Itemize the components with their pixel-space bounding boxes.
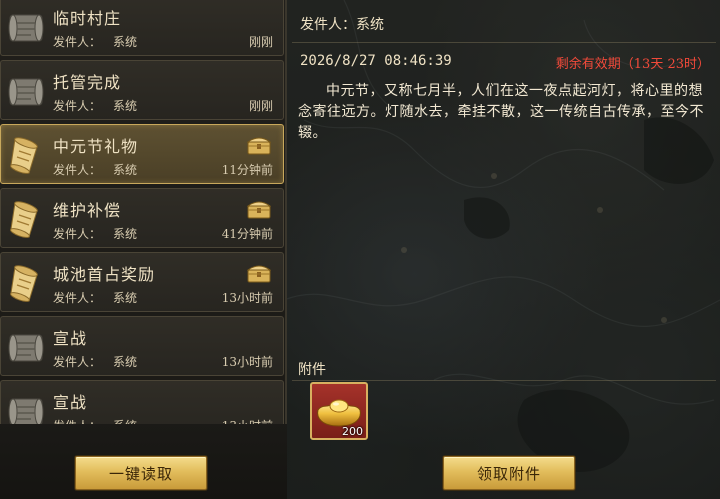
mail-sender: 系统 [113,417,137,424]
mail-sender: 系统 [113,163,138,177]
mail-list-panel: 临时村庄 发件人： 系统 刚刚 托管完成 发件人： 系统 刚刚 中元节礼物 发件人： 系统 11分钟前… [0,0,287,499]
mail-time: 刚刚 [248,99,273,113]
mail-sender-label: 发件人： [53,163,102,177]
reward-chest-icon [246,135,272,155]
detail-sender: 发件人：系统 [300,17,384,33]
scroll-open-icon [7,261,45,305]
mail-sender-label: 发件人： [53,35,102,49]
mail-title: 中元节礼物 [53,137,139,156]
mail-list-item[interactable]: 临时村庄发件人： 系统 刚刚 [0,0,284,56]
attachment-count: 200 [342,425,363,438]
mail-time: 13小时前 [221,355,273,369]
mail-title: 城池首占奖励 [53,265,156,284]
mail-time: 刚刚 [248,35,273,49]
attachment-slot[interactable]: 200 [310,382,368,440]
mail-time: 13小时前 [221,291,273,305]
attachments-label: 附件 [298,362,326,378]
detail-date: 2026/8/27 08:46:39 [300,53,452,69]
mail-title: 维护补偿 [53,201,122,220]
mail-time: 13小时前 [222,417,273,424]
mail-sender-label: 发件人： [53,417,101,424]
reward-chest-icon [246,199,272,219]
mail-sender-label: 发件人： [53,99,102,113]
mail-sender: 系统 [113,227,138,241]
mail-list-item[interactable]: 宣战发件人： 系统 13小时前 [0,380,284,424]
mail-title: 临时村庄 [53,9,122,28]
mail-list-item[interactable]: 维护补偿发件人： 系统 41分钟前 [0,188,284,248]
mail-sender-label: 发件人： [53,227,102,241]
detail-divider [292,42,716,43]
mail-list-item[interactable]: 中元节礼物发件人： 系统 11分钟前 [0,124,284,184]
mail-sender-label: 发件人： [53,355,102,369]
mail-sender: 系统 [113,35,138,49]
mail-list-item[interactable]: 城池首占奖励发件人： 系统 13小时前 [0,252,284,312]
mail-title: 托管完成 [53,73,122,92]
detail-body-text: 中元节，又称七月半，人们在这一夜点起河灯，将心里的想念寄往远方。灯随水去，牵挂不… [298,83,704,141]
mail-list: 临时村庄 发件人： 系统 刚刚 托管完成 发件人： 系统 刚刚 中元节礼物 发件人： 系统 11分钟前… [0,0,287,424]
scroll-closed-icon [7,389,45,424]
mail-sender: 系统 [113,99,138,113]
detail-expiry: 剩余有效期（13天 23时） [555,57,710,72]
claim-attachments-button[interactable]: 领取附件 [443,456,575,490]
reward-chest-icon [246,263,272,283]
mail-sender: 系统 [113,355,138,369]
mail-time: 41分钟前 [221,227,273,241]
mail-sender-label: 发件人： [53,291,102,305]
mail-title: 宣战 [53,393,88,412]
attachments-divider [292,380,716,381]
scroll-closed-icon [7,325,45,369]
mail-list-item[interactable]: 宣战发件人： 系统 13小时前 [0,316,284,376]
mail-title: 宣战 [53,329,88,348]
scroll-closed-icon [7,69,45,113]
mail-sender: 系统 [113,291,138,305]
scroll-open-icon [7,197,45,241]
read-all-button[interactable]: 一键读取 [75,456,207,490]
mail-time: 11分钟前 [221,163,273,177]
scroll-open-icon [7,133,45,177]
scroll-closed-icon [7,5,45,49]
mail-list-item[interactable]: 托管完成发件人： 系统 刚刚 [0,60,284,120]
